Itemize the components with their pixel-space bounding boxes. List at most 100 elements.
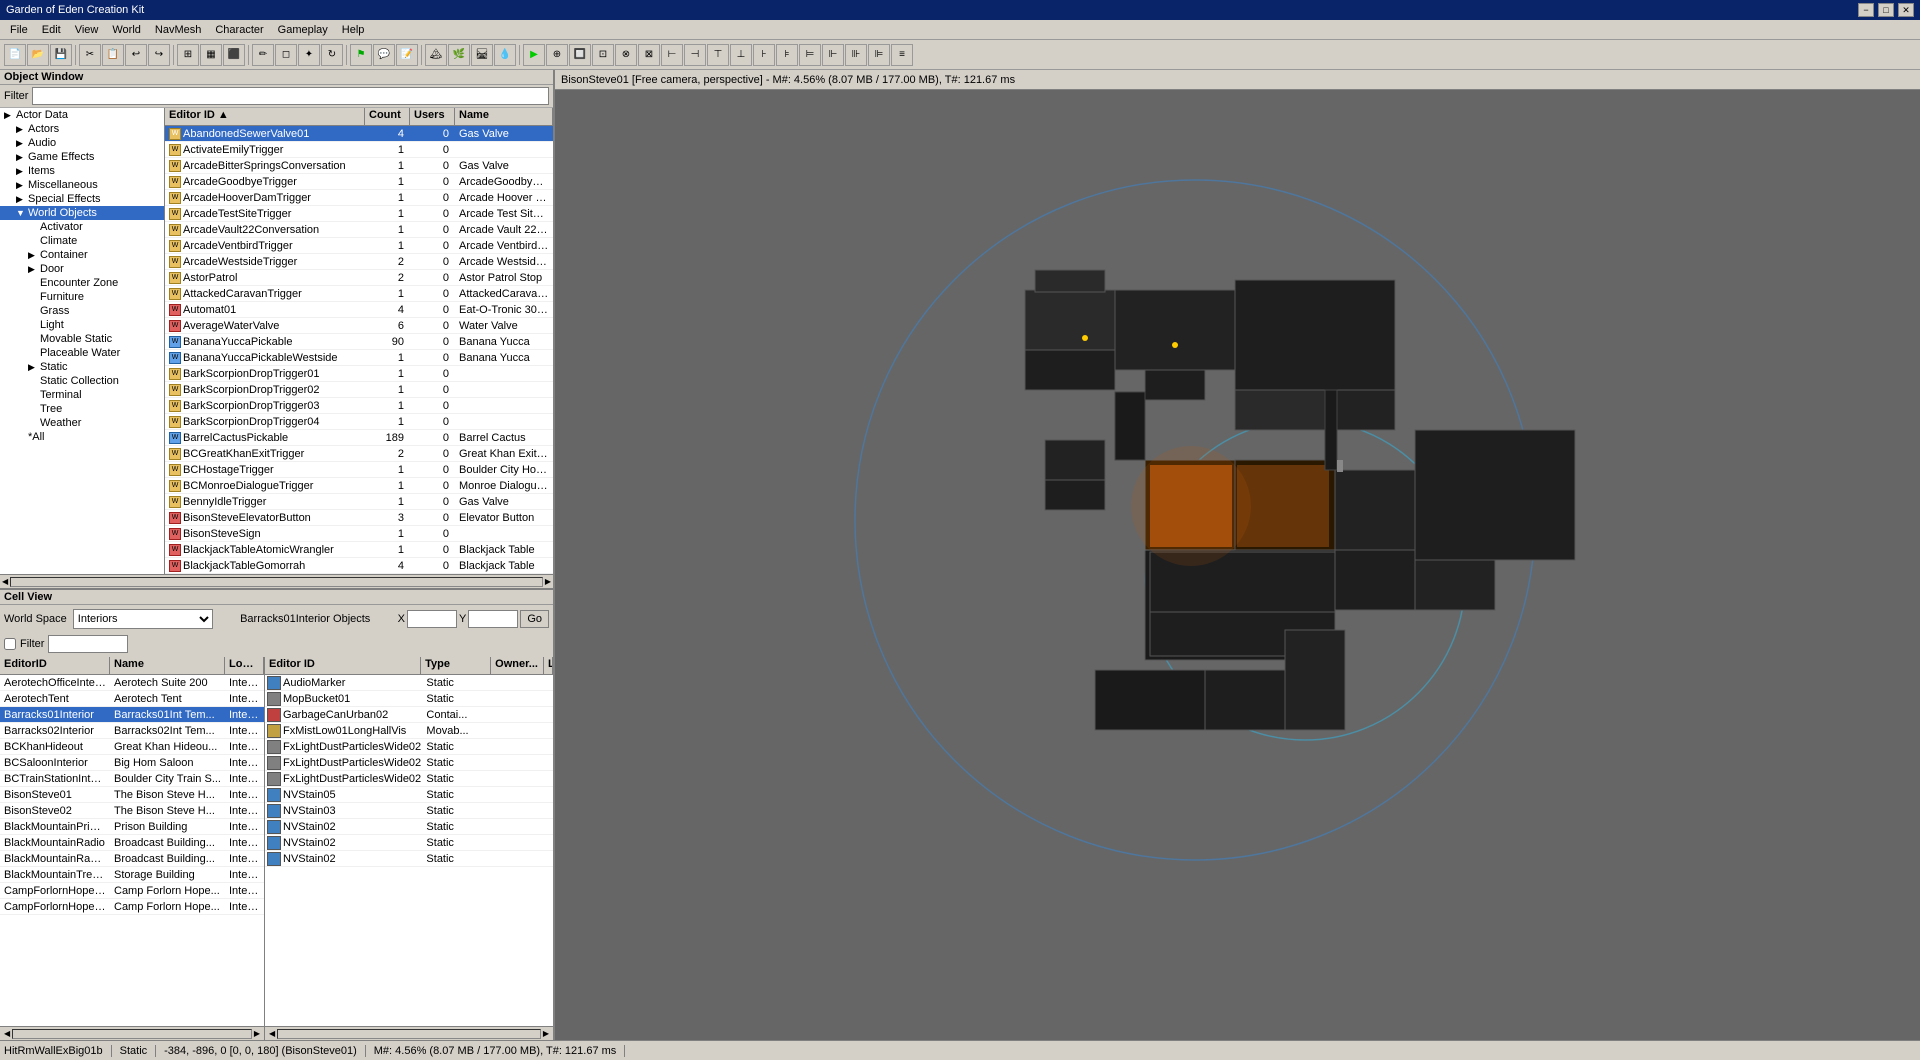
toolbar-b16[interactable]: ≡: [891, 44, 913, 66]
toolbar-copy[interactable]: 📋: [102, 44, 124, 66]
toolbar-open[interactable]: 📂: [27, 44, 49, 66]
cell-hscroll-left-arrow[interactable]: ◀: [2, 1029, 12, 1038]
toolbar-flag1[interactable]: ⚑: [350, 44, 372, 66]
toolbar-b15[interactable]: ⊫: [868, 44, 890, 66]
obj-list-row[interactable]: W BarkScorpionDropTrigger02 1 0: [165, 382, 553, 398]
tree-item-miscellaneous[interactable]: ▶ Miscellaneous: [0, 178, 164, 192]
right-list-body[interactable]: AudioMarker Static MopBucket01 Static Ga…: [265, 675, 553, 1026]
toolbar-draw[interactable]: ✏: [252, 44, 274, 66]
obj-list-row[interactable]: W ArcadeHooverDamTrigger 1 0 Arcade Hoov…: [165, 190, 553, 206]
cell-list-row[interactable]: Barracks01Interior Barracks01Int Tem... …: [0, 707, 264, 723]
hscroll-right-arrow[interactable]: ▶: [543, 577, 553, 586]
cell-list-row[interactable]: BlackMountainRadio2 Broadcast Building..…: [0, 851, 264, 867]
tree-item-activator[interactable]: Activator: [0, 220, 164, 234]
right-col-h-owner[interactable]: Owner...: [491, 657, 544, 674]
right-list-row[interactable]: FxMistLow01LongHallVis Movab...: [265, 723, 553, 739]
obj-list-row[interactable]: W ArcadeVault22Conversation 1 0 Arcade V…: [165, 222, 553, 238]
cell-list-row[interactable]: BlackMountainTreas... Storage Building I…: [0, 867, 264, 883]
cell-col-h-name[interactable]: Name: [110, 657, 225, 674]
toolbar-undo[interactable]: ↩: [125, 44, 147, 66]
right-list-row[interactable]: NVStain03 Static: [265, 803, 553, 819]
obj-list-row[interactable]: W BisonSteveElevatorButton 3 0 Elevator …: [165, 510, 553, 526]
toolbar-solid[interactable]: ⬛: [223, 44, 245, 66]
menu-character[interactable]: Character: [209, 22, 269, 38]
right-list-row[interactable]: FxLightDustParticlesWide02 Static: [265, 739, 553, 755]
cell-list-row[interactable]: AerotechOfficeInterio... Aerotech Suite …: [0, 675, 264, 691]
cell-list-row[interactable]: CampForlornHope01 Camp Forlorn Hope... I…: [0, 883, 264, 899]
tree-item-static-collection[interactable]: Static Collection: [0, 374, 164, 388]
obj-list-row[interactable]: W AverageWaterValve 6 0 Water Valve: [165, 318, 553, 334]
cell-hscroll-right-left-arrow[interactable]: ◀: [267, 1029, 277, 1038]
toolbar-select[interactable]: ◻: [275, 44, 297, 66]
right-col-h-id[interactable]: Editor ID: [265, 657, 421, 674]
menu-edit[interactable]: Edit: [36, 22, 67, 38]
right-list-row[interactable]: FxLightDustParticlesWide02 Static: [265, 755, 553, 771]
maximize-button[interactable]: □: [1878, 3, 1894, 17]
obj-list-row[interactable]: W BarkScorpionDropTrigger04 1 0: [165, 414, 553, 430]
cell-list-row[interactable]: BCSaloonInterior Big Hom Saloon Interior: [0, 755, 264, 771]
tree-item-light[interactable]: Light: [0, 318, 164, 332]
toolbar-b14[interactable]: ⊪: [845, 44, 867, 66]
obj-list-row[interactable]: W ActivateEmilyTrigger 1 0: [165, 142, 553, 158]
obj-list-row[interactable]: W BisonSteveSign 1 0: [165, 526, 553, 542]
toolbar-rotate[interactable]: ↻: [321, 44, 343, 66]
toolbar-wire[interactable]: ▦: [200, 44, 222, 66]
obj-list-row[interactable]: W ArcadeVentbirdTrigger 1 0 Arcade Ventb…: [165, 238, 553, 254]
tree-item-actor-data[interactable]: ▶ Actor Data: [0, 108, 164, 122]
tree-item-furniture[interactable]: Furniture: [0, 290, 164, 304]
obj-list-body[interactable]: W AbandonedSewerValve01 4 0 Gas Valve W …: [165, 126, 553, 574]
tree-item-climate[interactable]: Climate: [0, 234, 164, 248]
go-button[interactable]: Go: [520, 610, 549, 628]
tree-item-container[interactable]: ▶ Container: [0, 248, 164, 262]
tree-item-tree[interactable]: Tree: [0, 402, 164, 416]
toolbar-b1[interactable]: ⊕: [546, 44, 568, 66]
cell-col-h-loc[interactable]: Location ▲: [225, 657, 264, 674]
right-list-row[interactable]: GarbageCanUrban02 Contai...: [265, 707, 553, 723]
cell-hscroll-right-track[interactable]: [277, 1029, 541, 1039]
tree-item-movable-static[interactable]: Movable Static: [0, 332, 164, 346]
toolbar-b2[interactable]: 🔲: [569, 44, 591, 66]
right-list-row[interactable]: NVStain02 Static: [265, 835, 553, 851]
hscroll-left-arrow[interactable]: ◀: [0, 577, 10, 586]
tree-item-grass[interactable]: Grass: [0, 304, 164, 318]
obj-list-row[interactable]: W AstorPatrol 2 0 Astor Patrol Stop: [165, 270, 553, 286]
toolbar-path[interactable]: 🛤: [471, 44, 493, 66]
obj-list-row[interactable]: W BCMonroeDialogueTrigger 1 0 Monroe Dia…: [165, 478, 553, 494]
world-space-select[interactable]: Interiors: [73, 609, 213, 629]
toolbar-b8[interactable]: ⊤: [707, 44, 729, 66]
toolbar-new[interactable]: 📄: [4, 44, 26, 66]
toolbar-move[interactable]: ✦: [298, 44, 320, 66]
tree-item-placeable-water[interactable]: Placeable Water: [0, 346, 164, 360]
toolbar-grid[interactable]: ⊞: [177, 44, 199, 66]
obj-list-row[interactable]: W BarkScorpionDropTrigger03 1 0: [165, 398, 553, 414]
tree-item-world-objects[interactable]: ▼ World Objects: [0, 206, 164, 220]
toolbar-b10[interactable]: ⊦: [753, 44, 775, 66]
obj-list-row[interactable]: W AttackedCaravanTrigger 1 0 AttackedCar…: [165, 286, 553, 302]
right-list-row[interactable]: MopBucket01 Static: [265, 691, 553, 707]
right-list-row[interactable]: NVStain05 Static: [265, 787, 553, 803]
obj-list-row[interactable]: W AbandonedSewerValve01 4 0 Gas Valve: [165, 126, 553, 142]
tree-item-terminal[interactable]: Terminal: [0, 388, 164, 402]
obj-col-header-count[interactable]: Count: [365, 108, 410, 125]
toolbar-terrain[interactable]: 🏔: [425, 44, 447, 66]
obj-list-row[interactable]: W ArcadeTestSiteTrigger 1 0 Arcade Test …: [165, 206, 553, 222]
cell-list-row[interactable]: BlackMountainPrison Prison Building Inte…: [0, 819, 264, 835]
tree-item-all[interactable]: *All: [0, 430, 164, 444]
obj-col-header-name[interactable]: Name: [455, 108, 553, 125]
cell-list-row[interactable]: CampForlornHope02 Camp Forlorn Hope... I…: [0, 899, 264, 915]
obj-list-row[interactable]: W Automat01 4 0 Eat-O-Tronic 3000: [165, 302, 553, 318]
toolbar-script[interactable]: 📝: [396, 44, 418, 66]
obj-list-row[interactable]: W BananaYuccaPickable 90 0 Banana Yucca: [165, 334, 553, 350]
minimize-button[interactable]: −: [1858, 3, 1874, 17]
tree-item-actors[interactable]: ▶ Actors: [0, 122, 164, 136]
cell-list-row[interactable]: BlackMountainRadio Broadcast Building...…: [0, 835, 264, 851]
cell-list-row[interactable]: BisonSteve01 The Bison Steve H... Interi…: [0, 787, 264, 803]
obj-list-row[interactable]: W ArcadeGoodbyeTrigger 1 0 ArcadeGoodbye…: [165, 174, 553, 190]
tree-item-game-effects[interactable]: ▶ Game Effects: [0, 150, 164, 164]
obj-list-row[interactable]: W BCGreatKhanExitTrigger 2 0 Great Khan …: [165, 446, 553, 462]
cell-filter-checkbox[interactable]: [4, 638, 16, 650]
toolbar-b7[interactable]: ⊣: [684, 44, 706, 66]
obj-list-row[interactable]: W BlackjackTableAtomicWrangler 1 0 Black…: [165, 542, 553, 558]
obj-col-header-id[interactable]: Editor ID ▲: [165, 108, 365, 125]
cell-list-row[interactable]: BisonSteve02 The Bison Steve H... Interi…: [0, 803, 264, 819]
